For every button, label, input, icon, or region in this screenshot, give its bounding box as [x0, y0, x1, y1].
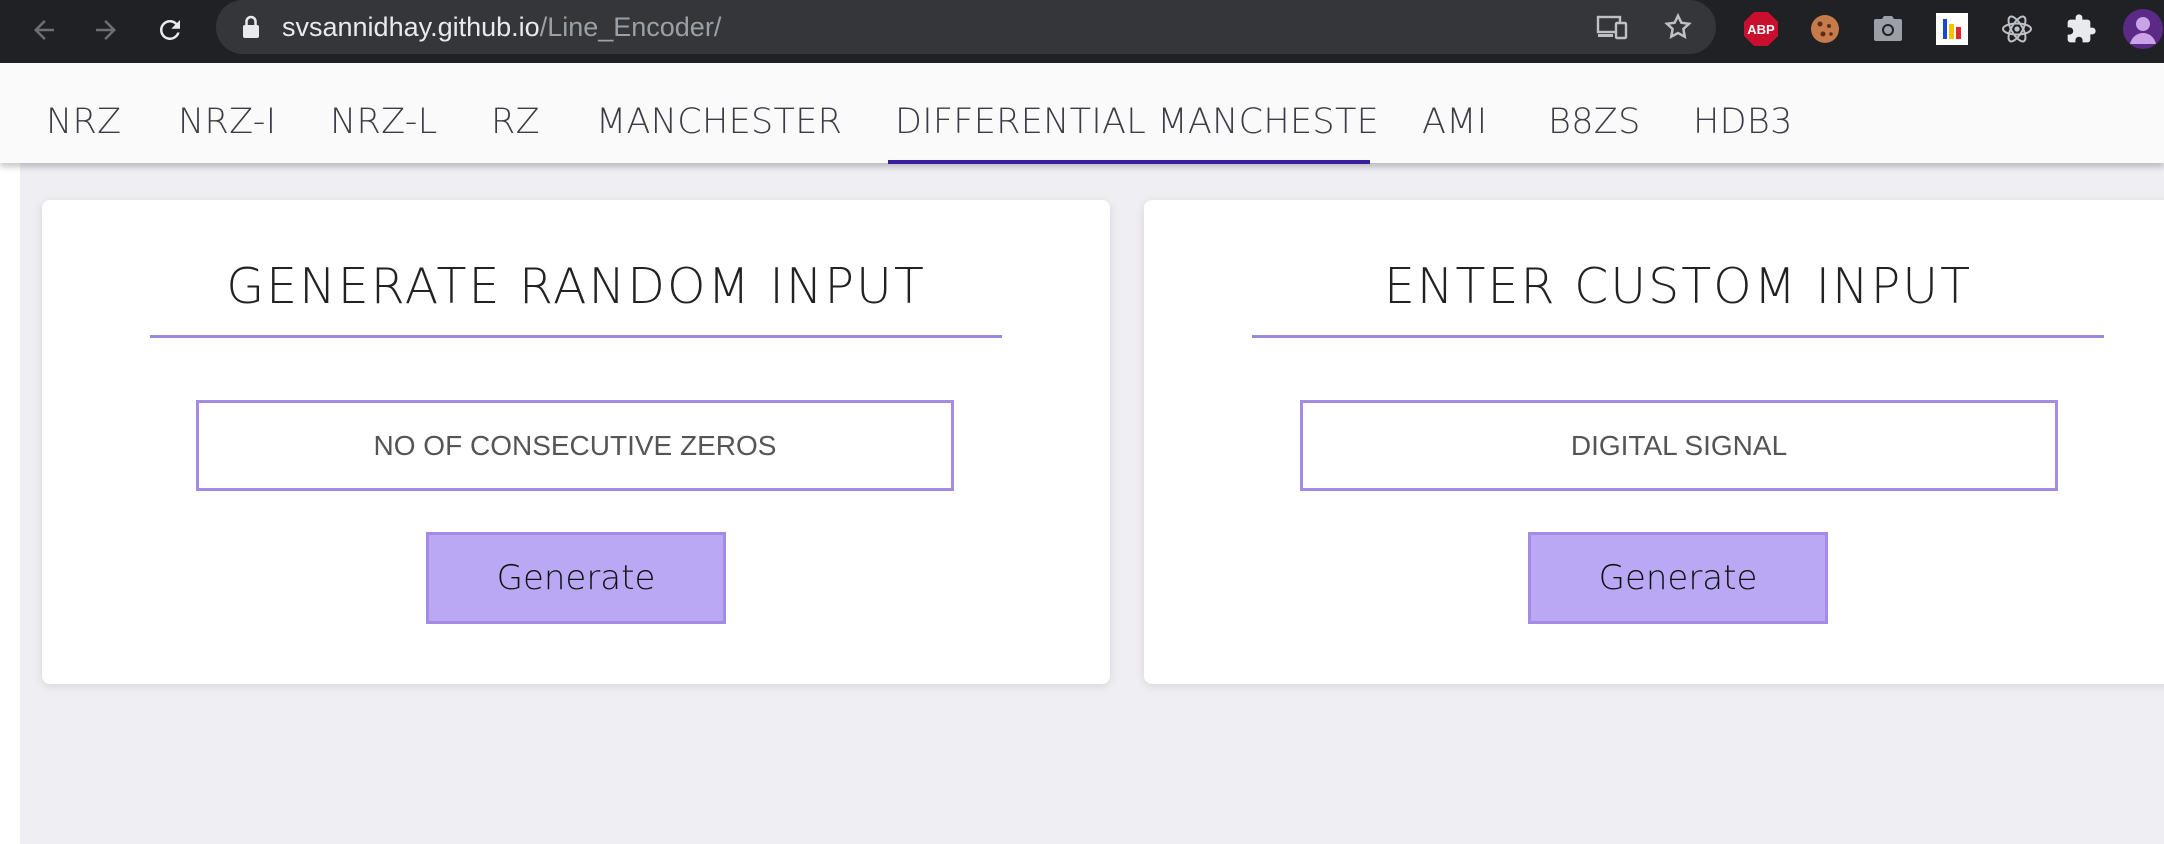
colorful-extension-icon[interactable]	[1931, 8, 1973, 50]
tab-nrz-l[interactable]: NRZ-L	[330, 63, 438, 163]
reload-icon[interactable]	[152, 12, 188, 48]
camera-extension-icon[interactable]	[1867, 8, 1909, 50]
generate-custom-button[interactable]: Generate	[1528, 532, 1828, 624]
forward-icon[interactable]	[88, 12, 124, 48]
consecutive-zeros-input[interactable]	[196, 400, 954, 491]
cast-icon[interactable]	[1596, 11, 1628, 43]
tab-nrz-i[interactable]: NRZ-I	[178, 63, 276, 163]
url-path: /Line_Encoder/	[539, 12, 722, 42]
back-icon[interactable]	[26, 12, 62, 48]
abp-extension-icon[interactable]: ABP	[1740, 8, 1782, 50]
tab-rz[interactable]: RZ	[491, 63, 540, 163]
tab-b8zs[interactable]: B8ZS	[1548, 63, 1641, 163]
extensions-puzzle-icon[interactable]	[2060, 8, 2102, 50]
abp-label: ABP	[1747, 21, 1775, 37]
url-text: svsannidhay.github.io/Line_Encoder/	[282, 0, 721, 54]
digital-signal-input[interactable]	[1300, 400, 2058, 491]
custom-input-divider	[1252, 335, 2104, 338]
url-host: svsannidhay.github.io	[282, 12, 540, 42]
page-left-edge	[0, 163, 20, 844]
tab-ami[interactable]: AMI	[1422, 63, 1487, 163]
profile-avatar[interactable]	[2122, 8, 2164, 50]
tab-manchester[interactable]: MANCHESTER	[596, 63, 842, 163]
custom-input-title: ENTER CUSTOM INPUT	[1383, 258, 1973, 315]
random-input-title: GENERATE RANDOM INPUT	[226, 258, 926, 315]
address-bar[interactable]: svsannidhay.github.io/Line_Encoder/	[216, 0, 1716, 54]
bookmark-star-icon[interactable]	[1662, 11, 1694, 43]
react-devtools-icon[interactable]	[1996, 8, 2038, 50]
cookie-extension-icon[interactable]	[1804, 8, 1846, 50]
active-tab-indicator	[888, 160, 1370, 164]
tab-nrz[interactable]: NRZ	[46, 63, 121, 163]
tab-hdb3[interactable]: HDB3	[1693, 63, 1793, 163]
encoding-tabs: NRZ NRZ-I NRZ-L RZ MANCHESTER DIFFERENTI…	[0, 63, 2164, 163]
random-input-divider	[150, 335, 1002, 338]
lock-icon	[240, 14, 262, 45]
tab-differential-manchester[interactable]: DIFFERENTIAL MANCHESTE	[895, 63, 1379, 163]
browser-toolbar: svsannidhay.github.io/Line_Encoder/ ABP	[0, 0, 2164, 63]
generate-random-button[interactable]: Generate	[426, 532, 726, 624]
